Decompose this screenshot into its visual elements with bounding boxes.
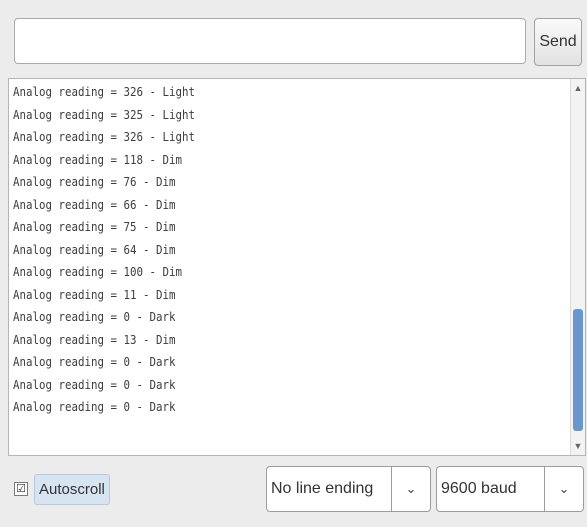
- autoscroll-checkbox[interactable]: ☑: [14, 482, 28, 496]
- scrollbar-thumb[interactable]: [573, 309, 583, 431]
- autoscroll-label[interactable]: Autoscroll: [34, 473, 110, 505]
- output-line: Analog reading = 76 - Dim: [13, 175, 176, 189]
- scroll-up-arrow-icon[interactable]: ▲: [571, 81, 585, 95]
- serial-input[interactable]: [14, 18, 526, 64]
- serial-output: Analog reading = 326 - Light Analog read…: [8, 78, 586, 456]
- output-line: Analog reading = 100 - Dim: [13, 265, 183, 279]
- output-line: Analog reading = 326 - Light: [13, 130, 196, 144]
- output-line: Analog reading = 0 - Dark: [13, 355, 176, 369]
- output-line: Analog reading = 0 - Dark: [13, 310, 176, 324]
- output-line: Analog reading = 66 - Dim: [13, 197, 176, 212]
- baud-rate-value: 9600 baud: [441, 480, 517, 497]
- baud-rate-select[interactable]: 9600 baud ⌄: [436, 466, 584, 512]
- vertical-scrollbar[interactable]: ▲ ▼: [570, 79, 585, 455]
- scroll-down-arrow-icon[interactable]: ▼: [571, 439, 585, 453]
- output-line: Analog reading = 11 - Dim: [13, 287, 176, 302]
- output-line: Analog reading = 326 - Light: [13, 85, 196, 99]
- output-line: Analog reading = 0 - Dark: [13, 400, 176, 414]
- line-ending-select[interactable]: No line ending ⌄: [266, 466, 431, 512]
- send-button[interactable]: Send: [534, 18, 582, 66]
- output-line: Analog reading = 0 - Dark: [13, 377, 176, 392]
- autoscroll-toggle[interactable]: ☑ Autoscroll: [14, 472, 110, 506]
- line-ending-value: No line ending: [271, 480, 374, 497]
- chevron-down-icon[interactable]: ⌄: [391, 467, 430, 511]
- output-line: Analog reading = 75 - Dim: [13, 220, 176, 234]
- output-line: Analog reading = 13 - Dim: [13, 332, 176, 347]
- output-line: Analog reading = 64 - Dim: [13, 242, 176, 257]
- output-lines: Analog reading = 326 - Light Analog read…: [13, 81, 510, 419]
- footer-bar: ☑ Autoscroll No line ending ⌄ 9600 baud …: [0, 456, 587, 527]
- output-line: Analog reading = 325 - Light: [13, 107, 196, 122]
- output-line: Analog reading = 118 - Dim: [13, 152, 183, 167]
- chevron-down-icon[interactable]: ⌄: [544, 467, 583, 511]
